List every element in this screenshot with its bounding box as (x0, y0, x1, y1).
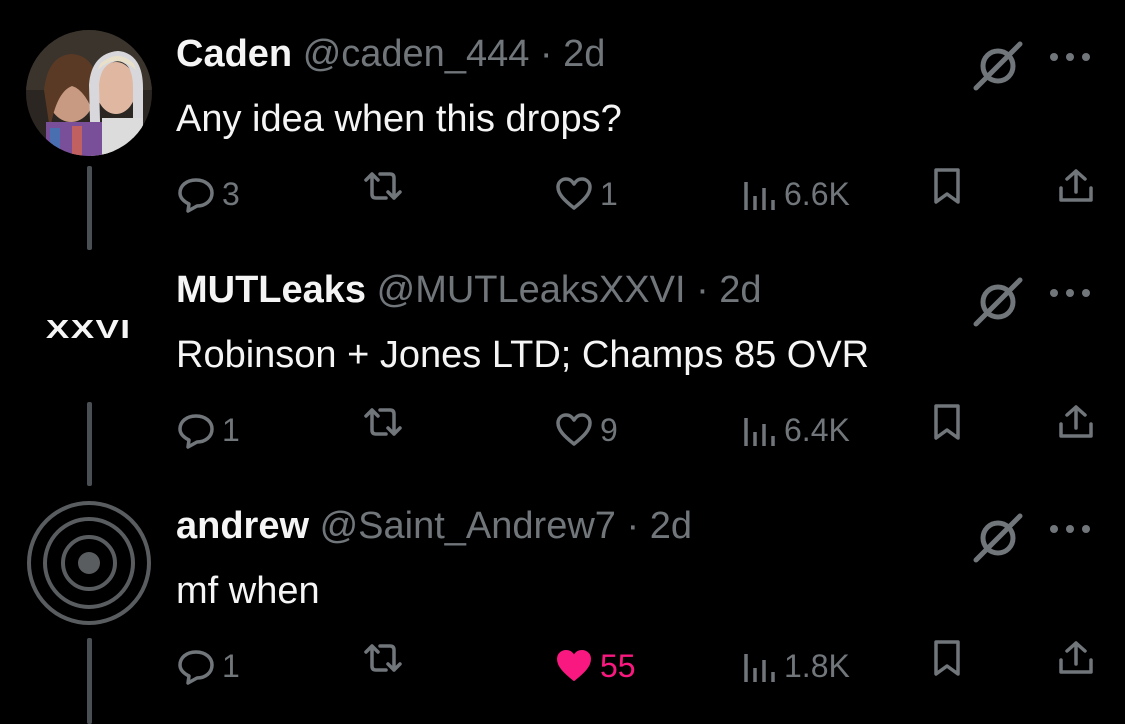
retweet-icon (360, 166, 406, 206)
tweet-actions: 1 9 6.4K (0, 402, 1125, 458)
bookmark-button[interactable] (930, 166, 964, 206)
bookmark-button[interactable] (930, 638, 964, 678)
tweet[interactable]: andrew @Saint_Andrew7 · 2d mf when 1 55 … (0, 488, 1125, 724)
more-icon[interactable] (1048, 50, 1092, 69)
username[interactable]: @MUTLeaksXXVI (377, 269, 686, 311)
tweet-text: Any idea when this drops? (176, 98, 622, 140)
tweet-actions: 3 1 6.6K (0, 166, 1125, 222)
tweet-header: Caden @caden_444 · 2d (176, 32, 605, 76)
retweet-button[interactable] (360, 638, 406, 678)
bookmark-icon (930, 402, 964, 442)
reply-button[interactable]: 3 (176, 166, 240, 222)
grok-icon[interactable] (970, 510, 1026, 571)
like-button[interactable]: 9 (554, 402, 618, 458)
display-name[interactable]: Caden (176, 33, 292, 75)
like-count: 9 (600, 412, 618, 448)
retweet-button[interactable] (360, 166, 406, 206)
views-icon (742, 174, 778, 214)
views-button[interactable]: 6.6K (742, 166, 850, 222)
view-count: 6.4K (784, 412, 850, 448)
username[interactable]: @Saint_Andrew7 (320, 505, 616, 547)
share-icon (1056, 638, 1096, 678)
heart-icon (554, 410, 594, 450)
views-icon (742, 646, 778, 686)
share-button[interactable] (1056, 166, 1096, 206)
avatar[interactable]: XXVI (26, 266, 152, 392)
timestamp[interactable]: 2d (650, 505, 692, 547)
reply-count: 1 (222, 412, 240, 448)
display-name[interactable]: MUTLeaks (176, 269, 366, 311)
reply-count: 1 (222, 648, 240, 684)
separator-dot: · (539, 33, 553, 75)
tweet-text: mf when (176, 570, 320, 612)
like-count: 55 (600, 648, 636, 684)
avatar[interactable] (26, 500, 152, 626)
reply-button[interactable]: 1 (176, 402, 240, 458)
share-icon (1056, 402, 1096, 442)
like-button[interactable]: 55 (554, 638, 636, 694)
tweet-header: MUTLeaks @MUTLeaksXXVI · 2d (176, 268, 762, 312)
tweet-header: andrew @Saint_Andrew7 · 2d (176, 504, 692, 548)
heart-icon (554, 646, 594, 686)
views-icon (742, 410, 778, 450)
tweet-actions: 1 55 1.8K (0, 638, 1125, 694)
heart-icon (554, 174, 594, 214)
username[interactable]: @caden_444 (303, 33, 530, 75)
tweet-text: Robinson + Jones LTD; Champs 85 OVR (176, 334, 870, 376)
share-button[interactable] (1056, 402, 1096, 442)
like-button[interactable]: 1 (554, 166, 618, 222)
separator-dot: · (626, 505, 640, 547)
reply-count: 3 (222, 176, 240, 212)
views-button[interactable]: 6.4K (742, 402, 850, 458)
retweet-icon (360, 402, 406, 442)
view-count: 1.8K (784, 648, 850, 684)
more-icon[interactable] (1048, 522, 1092, 541)
share-button[interactable] (1056, 638, 1096, 678)
tweet[interactable]: Caden @caden_444 · 2d Any idea when this… (0, 16, 1125, 250)
view-count: 6.6K (784, 176, 850, 212)
reply-icon (176, 174, 216, 214)
avatar[interactable] (26, 30, 152, 156)
separator-dot: · (696, 269, 709, 311)
share-icon (1056, 166, 1096, 206)
more-icon[interactable] (1048, 286, 1092, 305)
retweet-button[interactable] (360, 402, 406, 442)
tweet[interactable]: XXVI MUTLeaks @MUTLeaksXXVI · 2d Robinso… (0, 252, 1125, 486)
bookmark-button[interactable] (930, 402, 964, 442)
reply-button[interactable]: 1 (176, 638, 240, 694)
timestamp[interactable]: 2d (563, 33, 605, 75)
display-name[interactable]: andrew (176, 505, 309, 547)
bookmark-icon (930, 166, 964, 206)
grok-icon[interactable] (970, 274, 1026, 335)
reply-icon (176, 646, 216, 686)
reply-icon (176, 410, 216, 450)
timestamp[interactable]: 2d (719, 269, 761, 311)
views-button[interactable]: 1.8K (742, 638, 850, 694)
like-count: 1 (600, 176, 618, 212)
grok-icon[interactable] (970, 38, 1026, 99)
retweet-icon (360, 638, 406, 678)
avatar-logo-text: XXVI (46, 313, 132, 344)
bookmark-icon (930, 638, 964, 678)
